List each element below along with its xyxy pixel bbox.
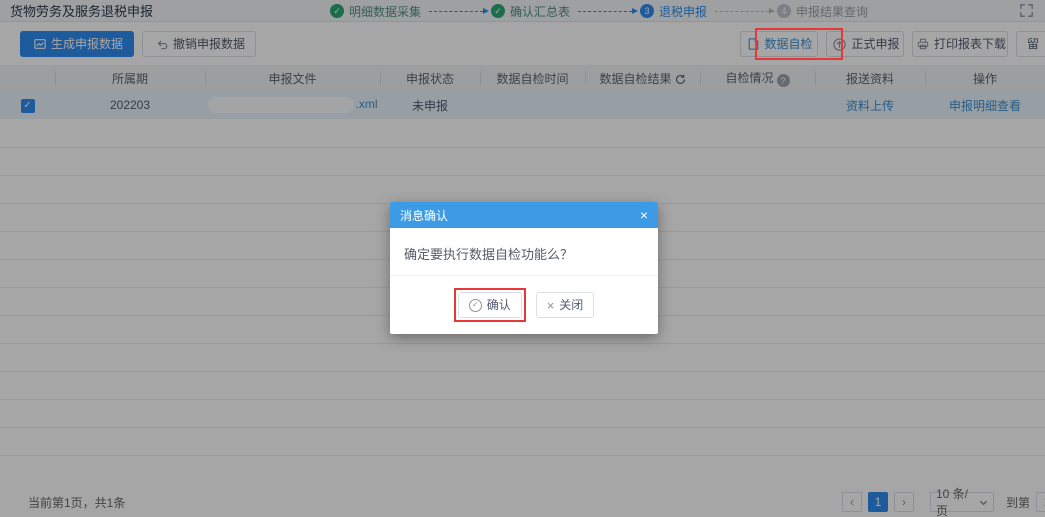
button-label: 关闭 (559, 299, 583, 311)
dialog-message: 确定要执行数据自检功能么？ (390, 228, 658, 275)
button-label: 确认 (487, 299, 511, 311)
confirm-dialog: 消息确认 × 确定要执行数据自检功能么？ ✓ 确认 × 关闭 (390, 202, 658, 334)
dialog-titlebar: 消息确认 × (390, 202, 658, 228)
dialog-close-button[interactable]: × 关闭 (536, 292, 595, 318)
annotation-box-confirm: ✓ 确认 (454, 288, 526, 322)
dialog-title: 消息确认 (400, 207, 448, 224)
check-circle-icon: ✓ (469, 299, 482, 312)
close-icon[interactable]: × (640, 208, 648, 222)
x-icon: × (547, 299, 555, 312)
confirm-button[interactable]: ✓ 确认 (458, 292, 522, 318)
dialog-footer: ✓ 确认 × 关闭 (390, 275, 658, 334)
